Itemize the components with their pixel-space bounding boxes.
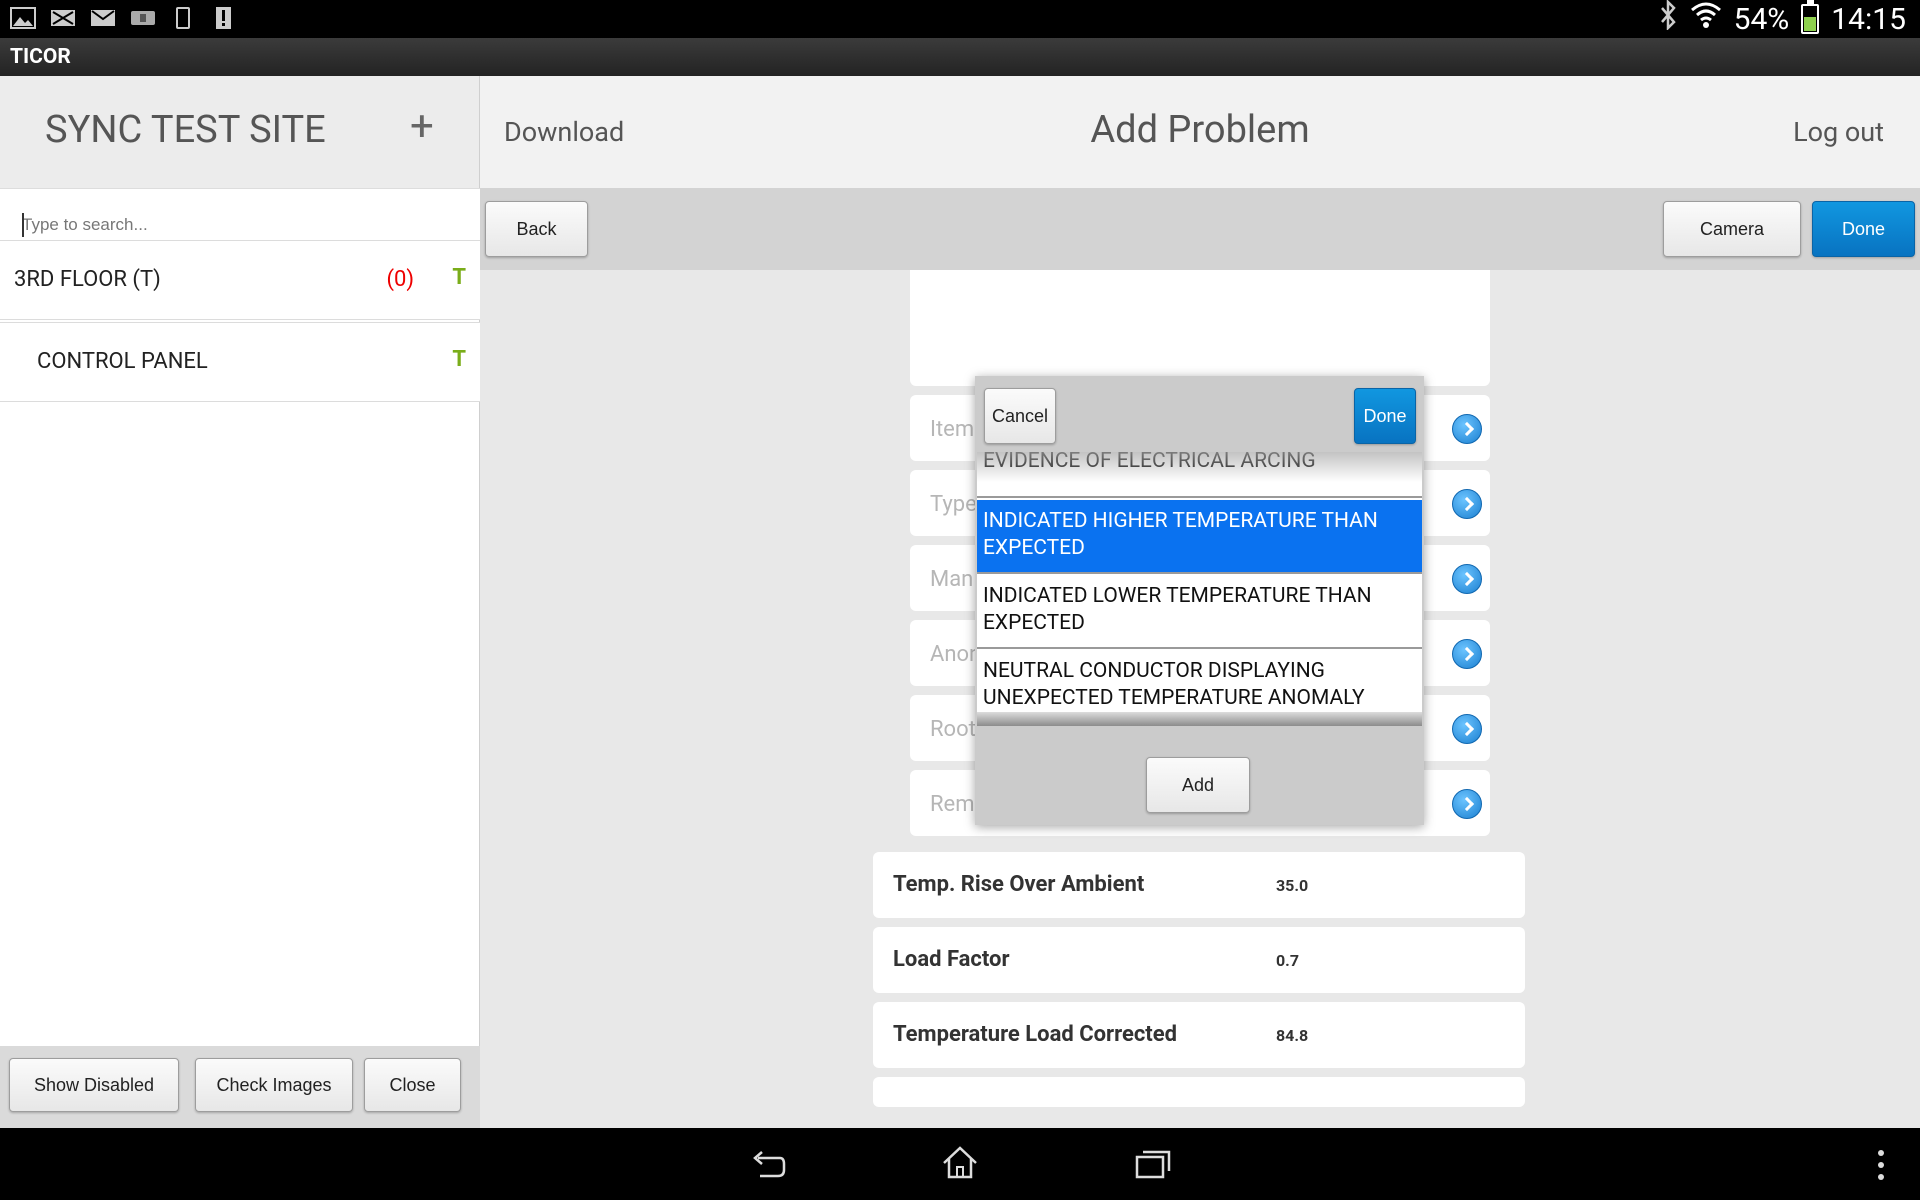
check-images-button[interactable]: Check Images <box>195 1058 353 1112</box>
next-row-partial <box>873 1077 1525 1107</box>
back-icon[interactable] <box>750 1148 786 1184</box>
picker-bottom-bar <box>977 712 1422 726</box>
chevron-right-icon[interactable] <box>1452 639 1482 669</box>
problem-count: (0) <box>386 267 414 292</box>
wifi-icon <box>1690 1 1722 37</box>
row-value: 84.8 <box>1276 1026 1309 1045</box>
field-label: Anon <box>930 642 982 667</box>
chevron-right-icon[interactable] <box>1452 789 1482 819</box>
tree-item-flag: T <box>452 347 466 372</box>
temp-rise-row: Temp. Rise Over Ambient 35.0 <box>873 852 1525 918</box>
mail-x-icon <box>50 6 76 30</box>
done-button[interactable]: Done <box>1812 201 1915 257</box>
field-label: Type <box>930 492 977 517</box>
add-button[interactable]: + <box>410 102 434 151</box>
battery-icon <box>1801 0 1820 34</box>
chevron-right-icon[interactable] <box>1452 414 1482 444</box>
chevron-right-icon[interactable] <box>1452 564 1482 594</box>
page-header: Download Add Problem Log out <box>480 76 1920 188</box>
page-title: Add Problem <box>1090 108 1310 152</box>
picker-done-button[interactable]: Done <box>1354 388 1416 444</box>
row-label: Temperature Load Corrected <box>893 1022 1177 1047</box>
clock: 14:15 <box>1831 1 1906 37</box>
row-value: 0.7 <box>1276 951 1299 970</box>
chevron-right-icon[interactable] <box>1452 714 1482 744</box>
tree-item-flag: T <box>452 265 466 290</box>
field-label: Root <box>930 717 976 742</box>
row-label: Load Factor <box>893 947 1010 972</box>
home-icon[interactable] <box>941 1145 979 1183</box>
navigation-bar <box>0 1128 1920 1200</box>
picker-add-button[interactable]: Add <box>1146 757 1250 813</box>
tree-item-control-panel[interactable]: CONTROL PANEL T <box>0 322 480 402</box>
text-cursor <box>22 213 24 237</box>
field-label: Man <box>930 567 974 592</box>
chevron-right-icon[interactable] <box>1452 489 1482 519</box>
recent-apps-icon[interactable] <box>1134 1147 1172 1183</box>
battery-percent: 54% <box>1733 1 1790 37</box>
row-value: 35.0 <box>1276 876 1309 895</box>
anomaly-picker: Cancel Done EVIDENCE OF ELECTRICAL ARCIN… <box>975 376 1424 825</box>
site-panel-footer: Show Disabled Check Images Close <box>0 1046 480 1128</box>
picker-option[interactable]: NEUTRAL CONDUCTOR DISPLAYING UNEXPECTED … <box>977 650 1422 720</box>
app-title: TICOR <box>10 45 71 69</box>
show-disabled-button[interactable]: Show Disabled <box>9 1058 179 1112</box>
tree-item-label: 3RD FLOOR (T) <box>14 267 161 292</box>
picker-option[interactable]: EVIDENCE OF ELECTRICAL ARCING <box>977 452 1422 498</box>
notification-icons <box>10 6 236 32</box>
camera-button[interactable]: Camera <box>1663 201 1801 257</box>
status-right: 54% 14:15 <box>1658 0 1906 38</box>
picker-cancel-button[interactable]: Cancel <box>984 388 1056 444</box>
toolbar: Back Camera Done <box>480 188 1920 270</box>
field-label: Rem <box>930 792 975 817</box>
picker-option-selected[interactable]: INDICATED HIGHER TEMPERATURE THAN EXPECT… <box>977 500 1422 574</box>
row-label: Temp. Rise Over Ambient <box>893 872 1145 897</box>
status-bar: 54% 14:15 <box>0 0 1920 38</box>
load-factor-row: Load Factor 0.7 <box>873 927 1525 993</box>
gallery-icon <box>10 6 36 30</box>
temp-load-corrected-row: Temperature Load Corrected 84.8 <box>873 1002 1525 1068</box>
description-textarea[interactable] <box>910 270 1490 386</box>
alert-file-icon <box>210 6 236 30</box>
tree-item-3rd-floor[interactable]: 3RD FLOOR (T) (0) T <box>0 240 480 320</box>
site-header: SYNC TEST SITE + <box>0 76 479 188</box>
logout-link[interactable]: Log out <box>1793 116 1884 148</box>
close-button[interactable]: Close <box>364 1058 461 1112</box>
mail-icon <box>90 6 116 30</box>
phone-icon <box>170 6 196 30</box>
overflow-menu-icon[interactable] <box>1876 1148 1886 1186</box>
tree-item-label: CONTROL PANEL <box>37 349 208 374</box>
site-name: SYNC TEST SITE <box>45 108 326 152</box>
app-title-bar: TICOR <box>0 38 1920 76</box>
picker-list: EVIDENCE OF ELECTRICAL ARCING INDICATED … <box>977 452 1422 720</box>
drive-icon <box>130 6 156 30</box>
bluetooth-icon <box>1658 0 1678 38</box>
picker-option[interactable]: INDICATED LOWER TEMPERATURE THAN EXPECTE… <box>977 575 1422 649</box>
field-label: Item <box>930 417 975 442</box>
site-panel: SYNC TEST SITE + 3RD FLOOR (T) (0) T CON… <box>0 76 480 1128</box>
back-button[interactable]: Back <box>485 201 588 257</box>
